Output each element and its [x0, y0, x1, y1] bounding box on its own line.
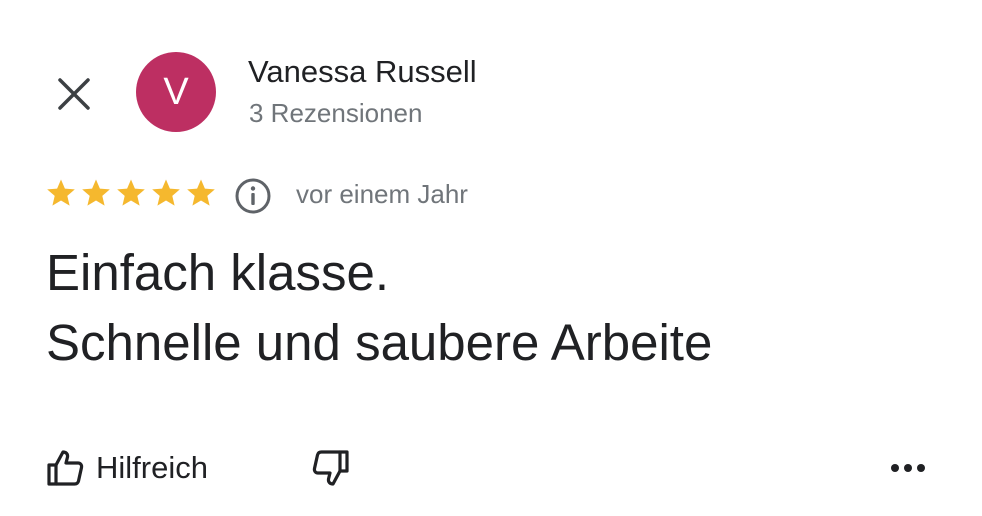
more-options-button[interactable] — [882, 444, 934, 492]
author-name[interactable]: Vanessa Russell — [248, 54, 477, 90]
helpful-button[interactable]: Hilfreich — [44, 444, 208, 492]
star-icon — [152, 179, 180, 206]
review-date: vor einem Jahr — [296, 179, 468, 209]
star-icon — [82, 179, 110, 206]
star-icon — [47, 179, 75, 206]
star-rating — [45, 177, 217, 209]
close-icon — [58, 78, 90, 110]
close-button[interactable] — [50, 70, 98, 118]
more-horizontal-icon — [891, 464, 925, 472]
thumb-down-icon — [312, 450, 349, 486]
review-text: Einfach klasse. Schnelle und saubere Arb… — [46, 238, 946, 378]
info-icon — [235, 178, 271, 214]
avatar[interactable]: V — [136, 52, 216, 132]
star-icon — [187, 179, 215, 206]
not-helpful-button[interactable] — [304, 444, 358, 492]
star-icon — [117, 179, 145, 206]
helpful-label: Hilfreich — [96, 450, 208, 485]
review-text-line: Schnelle und saubere Arbeite — [46, 314, 713, 371]
avatar-initial: V — [163, 70, 189, 113]
thumb-up-icon — [47, 450, 84, 486]
review-count: 3 Rezensionen — [249, 98, 423, 128]
review-text-line: Einfach klasse. — [46, 244, 390, 301]
info-button[interactable] — [234, 177, 272, 215]
